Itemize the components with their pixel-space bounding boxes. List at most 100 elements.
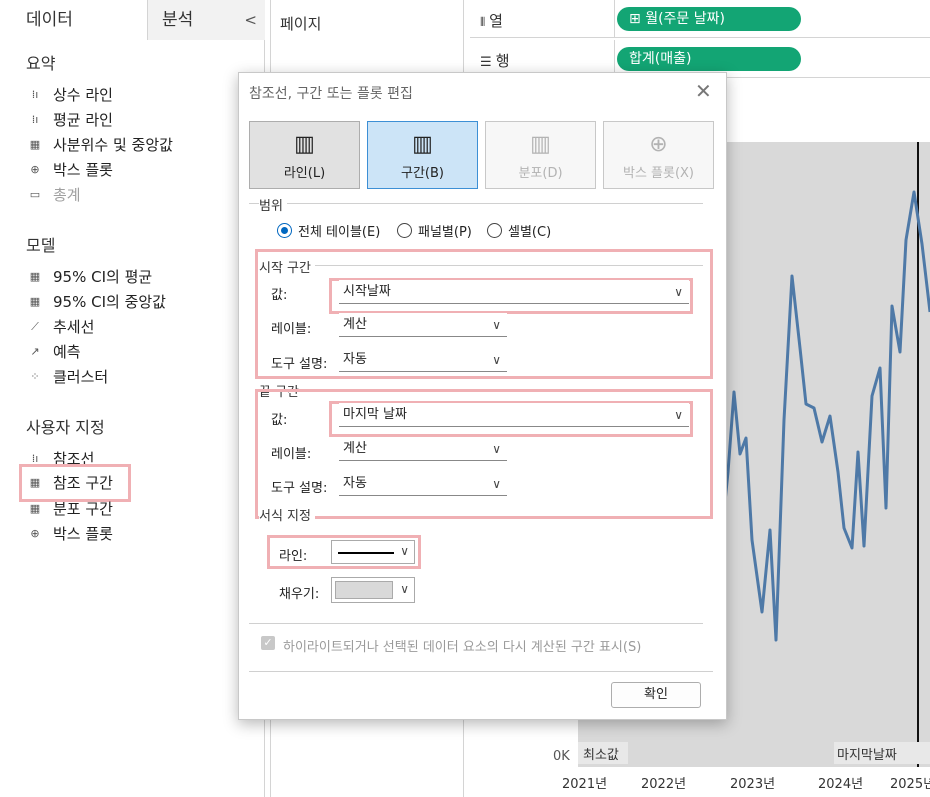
trend-line-icon: ⟋ — [31, 320, 39, 333]
chevron-down-icon: ∨ — [400, 582, 409, 596]
footer-divider — [249, 671, 713, 672]
analytics-pane: 데이터 분석 < 요약 ⁞ı 상수 라인 ⁞ı 평균 라인 ▦ 사분위수 및 중앙값 … — [0, 0, 265, 797]
summary-item-box-plot[interactable]: ⊕ 박스 플롯 — [26, 159, 113, 181]
item-label: 분포 구간 — [53, 500, 113, 518]
line-style-dropdown[interactable]: ∨ — [331, 540, 415, 564]
item-label: 평균 라인 — [53, 111, 113, 129]
box-plot-icon: ⊕ — [30, 527, 40, 540]
reference-line-icon: ⁞ı — [31, 113, 39, 126]
band-icon: ▦ — [29, 138, 41, 151]
band-icon: ▦ — [29, 270, 41, 283]
line-type-icon: ▥ — [294, 132, 315, 157]
forecast-icon: ↗ — [30, 345, 40, 358]
x-tick-2021: 2021년 — [562, 777, 607, 792]
start-value-label: 값: — [271, 288, 288, 303]
start-label-dropdown[interactable]: 계산 ∨ — [339, 313, 507, 337]
end-value-dropdown[interactable]: 마지막 날짜 ∨ — [339, 403, 689, 427]
columns-icon: ⦀ — [480, 15, 490, 29]
chevron-down-icon: ∨ — [492, 477, 501, 491]
close-icon[interactable]: ✕ — [695, 79, 712, 103]
item-label: 추세선 — [53, 318, 95, 336]
item-label: 예측 — [53, 343, 81, 361]
type-distribution-button: ▥ 분포(D) — [485, 121, 596, 189]
rows-icon: ☰ — [480, 55, 496, 70]
rows-pill[interactable]: 합계(매출) — [617, 47, 801, 71]
pane-tabbar: 데이터 분석 < — [0, 0, 265, 40]
custom-item-distribution-band[interactable]: ▦ 분포 구간 — [26, 498, 113, 520]
model-item-trend-line[interactable]: ⟋ 추세선 — [26, 316, 94, 338]
distribution-type-icon: ▥ — [530, 132, 551, 157]
summary-item-average-line[interactable]: ⁞ı 평균 라인 — [26, 109, 113, 131]
x-tick-2022: 2022년 — [641, 777, 686, 792]
y-axis-tick: 0K — [553, 749, 570, 764]
type-box-plot-button: ⊕ 박스 플롯(X) — [603, 121, 714, 189]
custom-item-box-plot[interactable]: ⊕ 박스 플롯 — [26, 523, 113, 545]
type-line-button[interactable]: ▥ 라인(L) — [249, 121, 360, 189]
end-label-dropdown[interactable]: 계산 ∨ — [339, 437, 507, 461]
item-label: 95% CI의 평균 — [53, 268, 153, 286]
model-item-cluster[interactable]: ⁘ 클러스터 — [26, 366, 108, 388]
cluster-icon: ⁘ — [30, 370, 40, 383]
distribution-icon: ▦ — [29, 502, 41, 515]
summary-item-quartiles[interactable]: ▦ 사분위수 및 중앙값 — [26, 134, 173, 156]
tab-analysis[interactable]: 분석 < — [148, 0, 265, 40]
summary-item-totals: ▭ 총계 — [26, 184, 81, 206]
columns-pill[interactable]: ⊞ 월(주문 날짜) — [617, 7, 801, 31]
fill-color-dropdown[interactable]: ∨ — [331, 577, 415, 603]
model-item-ci-median[interactable]: ▦ 95% CI의 중앙값 — [26, 291, 166, 313]
fill-swatch — [335, 581, 393, 599]
start-value-dropdown[interactable]: 시작날짜 ∨ — [339, 280, 689, 304]
box-plot-type-icon: ⊕ — [649, 132, 668, 157]
end-tooltip-dropdown[interactable]: 자동 ∨ — [339, 472, 507, 496]
collapse-chevron-icon[interactable]: < — [244, 0, 257, 40]
radio-label: 패널별(P) — [418, 225, 472, 240]
summary-item-constant-line[interactable]: ⁞ı 상수 라인 — [26, 84, 113, 106]
band-icon: ▦ — [29, 476, 41, 489]
scope-per-cell-radio[interactable]: 셀별(C) — [487, 221, 551, 240]
chevron-down-icon: ∨ — [492, 318, 501, 332]
tab-data[interactable]: 데이터 — [0, 0, 148, 40]
band-end-label: 마지막날짜 — [837, 748, 897, 763]
scope-per-pane-radio[interactable]: 패널별(P) — [397, 221, 472, 240]
chevron-down-icon: ∨ — [492, 353, 501, 367]
scope-title: 범위 — [259, 195, 287, 214]
edit-reference-dialog: 참조선, 구간 또는 플롯 편집 ✕ ▥ 라인(L) ▥ 구간(B) ▥ 분포(… — [238, 72, 727, 720]
radio-label: 셀별(C) — [508, 225, 552, 240]
item-label: 박스 플롯 — [53, 525, 113, 543]
type-band-button[interactable]: ▥ 구간(B) — [367, 121, 478, 189]
scope-entire-table-radio[interactable]: 전체 테이블(E) — [277, 221, 380, 240]
reference-line-icon: ⁞ı — [31, 88, 39, 101]
columns-label: ⦀ 열 — [480, 12, 503, 30]
item-label: 95% CI의 중앙값 — [53, 293, 166, 311]
highlight-checkbox-label: 하이라이트되거나 선택된 데이터 요소의 다시 계산된 구간 표시(S) — [283, 640, 642, 655]
dropdown-value: 마지막 날짜 — [343, 407, 407, 422]
chevron-down-icon: ∨ — [674, 285, 683, 299]
radio-dot — [487, 223, 502, 238]
dropdown-value: 계산 — [343, 317, 367, 332]
model-item-forecast[interactable]: ↗ 예측 — [26, 341, 81, 363]
item-label: 총계 — [53, 186, 81, 204]
model-title: 모델 — [26, 236, 56, 255]
type-label: 분포(D) — [518, 166, 563, 181]
rows-label: ☰ 행 — [480, 52, 510, 70]
band-type-icon: ▥ — [412, 132, 433, 157]
band-start-label: 최소값 — [583, 748, 619, 763]
ok-button[interactable]: 확인 — [611, 682, 701, 708]
dropdown-value: 자동 — [343, 352, 367, 367]
type-label: 구간(B) — [401, 166, 444, 181]
chevron-down-icon: ∨ — [492, 442, 501, 456]
item-label: 상수 라인 — [53, 86, 113, 104]
dropdown-value: 시작날짜 — [343, 284, 391, 299]
start-tooltip-dropdown[interactable]: 자동 ∨ — [339, 348, 507, 372]
totals-icon: ▭ — [29, 188, 41, 201]
columns-shelf[interactable]: ⦀ 열 ⊞ 월(주문 날짜) — [470, 0, 930, 38]
custom-item-reference-band[interactable]: ▦ 참조 구간 — [19, 464, 131, 502]
start-tooltip-label: 도구 설명: — [271, 357, 328, 372]
item-label: 사분위수 및 중앙값 — [53, 136, 173, 154]
expand-icon: ⊞ — [629, 11, 646, 27]
model-item-ci-mean[interactable]: ▦ 95% CI의 평균 — [26, 266, 152, 288]
fill-label: 채우기: — [279, 587, 320, 602]
item-label: 클러스터 — [53, 368, 109, 386]
scope-divider — [249, 203, 703, 204]
end-label-label: 레이블: — [271, 447, 312, 462]
